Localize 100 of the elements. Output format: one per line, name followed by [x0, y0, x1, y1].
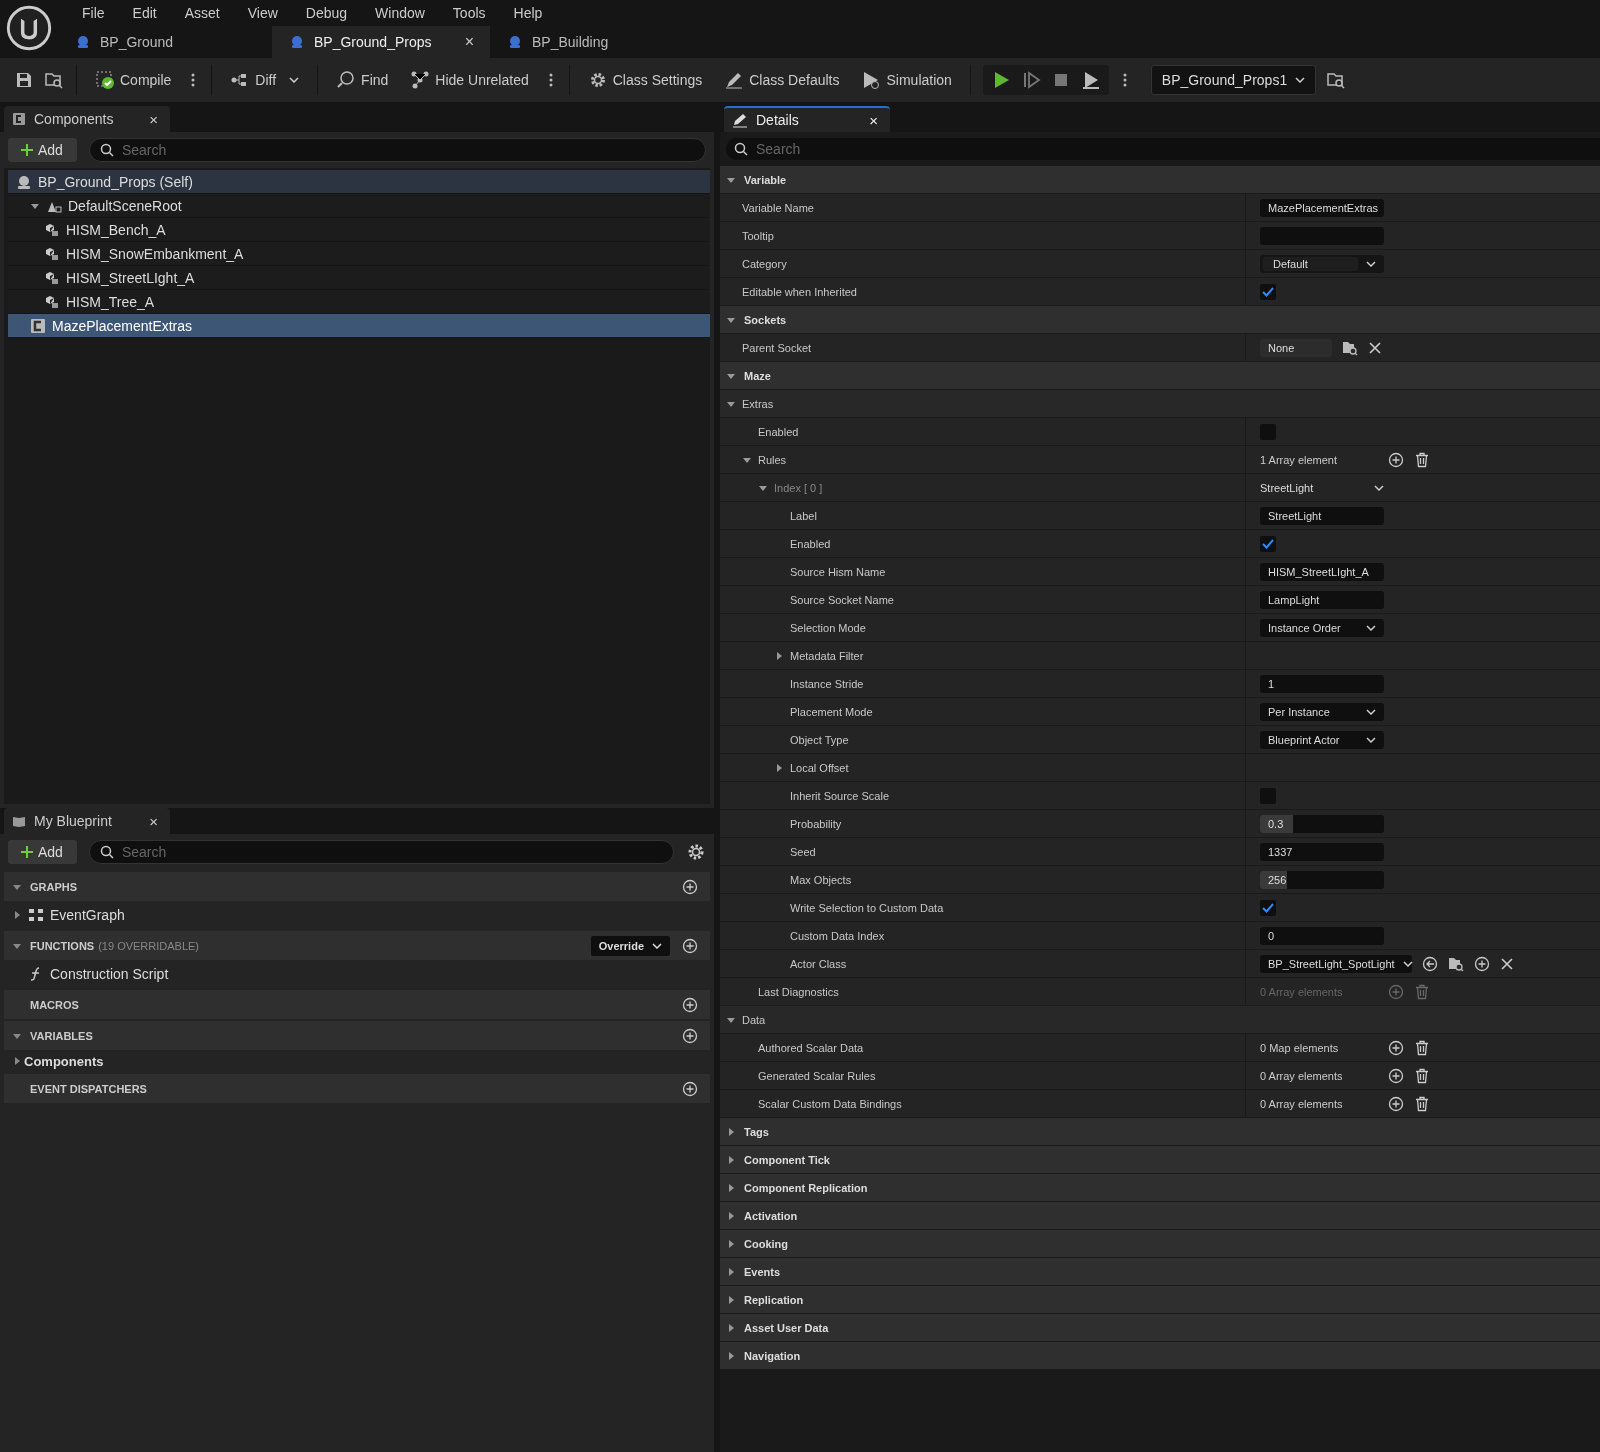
dropdown[interactable]: Blueprint Actor — [1260, 730, 1384, 749]
category-header[interactable]: Events — [720, 1258, 1600, 1286]
class-dropdown[interactable]: BP_StreetLight_SpotLight — [1260, 954, 1412, 973]
category-header[interactable]: Component Replication — [720, 1174, 1600, 1202]
settings-icon[interactable] — [686, 842, 706, 862]
add-icon[interactable] — [682, 1080, 698, 1097]
expand-arrow-icon[interactable] — [774, 762, 784, 773]
expand-arrow-icon[interactable] — [726, 1322, 736, 1333]
category-combo[interactable]: Default — [1260, 254, 1384, 273]
compile-button[interactable]: Compile — [89, 66, 178, 94]
document-tab[interactable]: BP_Building — [490, 26, 704, 58]
category-header[interactable]: Activation — [720, 1202, 1600, 1230]
checkbox[interactable] — [1260, 535, 1276, 552]
menu-item[interactable]: View — [233, 5, 292, 21]
tree-item[interactable]: BP_Ground_Props (Self) — [8, 170, 710, 194]
add-icon[interactable] — [1388, 1095, 1404, 1112]
category-header[interactable]: Replication — [720, 1286, 1600, 1314]
engine-logo-icon[interactable] — [6, 5, 52, 51]
menu-item[interactable]: Help — [499, 5, 557, 21]
menu-item[interactable]: Debug — [291, 5, 362, 21]
category-header[interactable]: Navigation — [720, 1342, 1600, 1370]
category-header[interactable]: Component Tick — [720, 1146, 1600, 1174]
expand-arrow-icon[interactable] — [726, 1266, 736, 1277]
hide-unrelated-button[interactable]: Hide Unrelated — [404, 66, 535, 94]
browse-icon[interactable] — [44, 70, 64, 90]
panel-tab[interactable]: My Blueprint × — [4, 808, 170, 834]
simulation-button[interactable]: Simulation — [855, 66, 958, 94]
document-tab[interactable]: BP_Ground — [58, 26, 272, 58]
add-icon[interactable] — [682, 996, 698, 1013]
category-header[interactable]: Cooking — [720, 1230, 1600, 1258]
override-dropdown[interactable]: Override — [590, 935, 670, 956]
category-header[interactable]: Tags — [720, 1118, 1600, 1146]
expand-arrow-icon[interactable] — [726, 1294, 736, 1305]
number-slider[interactable]: 256 — [1260, 870, 1384, 889]
text-field[interactable]: 1337 — [1260, 842, 1384, 861]
checkbox[interactable] — [1260, 283, 1276, 300]
add-button[interactable]: Add — [8, 138, 77, 162]
section-header[interactable]: EVENT DISPATCHERS — [4, 1074, 710, 1103]
menu-item[interactable]: Window — [361, 5, 439, 21]
class-settings-button[interactable]: Class Settings — [581, 66, 709, 94]
eject-icon[interactable] — [1080, 70, 1101, 90]
expand-arrow-icon[interactable] — [12, 1056, 22, 1066]
expand-arrow-icon[interactable] — [726, 1350, 736, 1361]
blueprint-item[interactable]: Components — [4, 1050, 710, 1072]
expand-arrow-icon[interactable] — [726, 1182, 736, 1193]
add-icon[interactable] — [1388, 451, 1404, 468]
add-button[interactable]: Add — [8, 840, 77, 864]
menu-item[interactable]: Asset — [170, 5, 234, 21]
element-dropdown[interactable]: StreetLight — [1260, 481, 1384, 494]
panel-tab[interactable]: Components × — [4, 106, 170, 132]
trash-icon[interactable] — [1414, 1067, 1430, 1084]
section-header[interactable]: FUNCTIONS (19 OVERRIDABLE) Override — [4, 931, 710, 960]
menu-item[interactable]: Edit — [118, 5, 171, 21]
section-header[interactable]: VARIABLES — [4, 1021, 710, 1050]
document-tab[interactable]: BP_Ground_Props × — [272, 26, 490, 58]
close-button[interactable]: × — [869, 111, 878, 129]
class-defaults-button[interactable]: Class Defaults — [718, 66, 846, 94]
menu-item[interactable]: File — [68, 5, 119, 21]
tree-item[interactable]: MazePlacementExtras — [8, 314, 710, 338]
add-icon[interactable] — [1388, 1039, 1404, 1056]
text-field[interactable]: LampLight — [1260, 590, 1384, 609]
menu-item[interactable]: Tools — [438, 5, 500, 21]
expand-arrow-icon[interactable] — [774, 650, 784, 661]
diff-button[interactable]: Diff — [224, 66, 306, 94]
dropdown[interactable]: Per Instance — [1260, 702, 1384, 721]
text-field[interactable]: StreetLight — [1260, 506, 1384, 525]
browse-icon[interactable] — [1448, 955, 1464, 972]
close-button[interactable]: × — [149, 812, 158, 830]
debug-object-dropdown[interactable]: BP_Ground_Props1 — [1150, 65, 1317, 95]
use-selected-icon[interactable] — [1422, 955, 1438, 972]
text-field[interactable]: 1 — [1260, 674, 1384, 693]
blueprint-item[interactable]: EventGraph — [4, 901, 710, 929]
clear-icon[interactable] — [1368, 340, 1382, 355]
number-slider[interactable]: 0.3 — [1260, 814, 1384, 833]
section-header[interactable]: MACROS — [4, 990, 710, 1019]
add-icon[interactable] — [1388, 1067, 1404, 1084]
category-header[interactable]: Maze — [720, 362, 1600, 390]
expand-arrow-icon[interactable] — [726, 1210, 736, 1221]
text-field[interactable]: 0 — [1260, 926, 1384, 945]
trash-icon[interactable] — [1414, 1039, 1430, 1056]
expand-arrow-icon[interactable] — [726, 1154, 736, 1165]
add-icon[interactable] — [682, 878, 698, 895]
browse-icon[interactable] — [1326, 70, 1347, 90]
text-field[interactable]: HISM_StreetLIght_A — [1260, 562, 1384, 581]
section-header[interactable]: GRAPHS — [4, 872, 710, 901]
category-header[interactable]: Sockets — [720, 306, 1600, 334]
find-button[interactable]: Find — [330, 66, 395, 94]
add-icon[interactable] — [682, 1027, 698, 1044]
close-button[interactable]: × — [149, 110, 158, 128]
save-icon[interactable] — [14, 70, 34, 90]
browse-icon[interactable] — [1342, 339, 1358, 356]
close-button[interactable]: × — [464, 33, 474, 51]
trash-icon[interactable] — [1414, 1095, 1430, 1112]
category-header[interactable]: Variable — [720, 166, 1600, 194]
dropdown[interactable]: Instance Order — [1260, 618, 1384, 637]
add-icon[interactable] — [682, 937, 698, 954]
expand-arrow-icon[interactable] — [12, 910, 22, 920]
expand-arrow-icon[interactable] — [726, 1126, 736, 1137]
socket-field[interactable]: None — [1260, 338, 1332, 357]
add-icon[interactable] — [1474, 955, 1490, 972]
